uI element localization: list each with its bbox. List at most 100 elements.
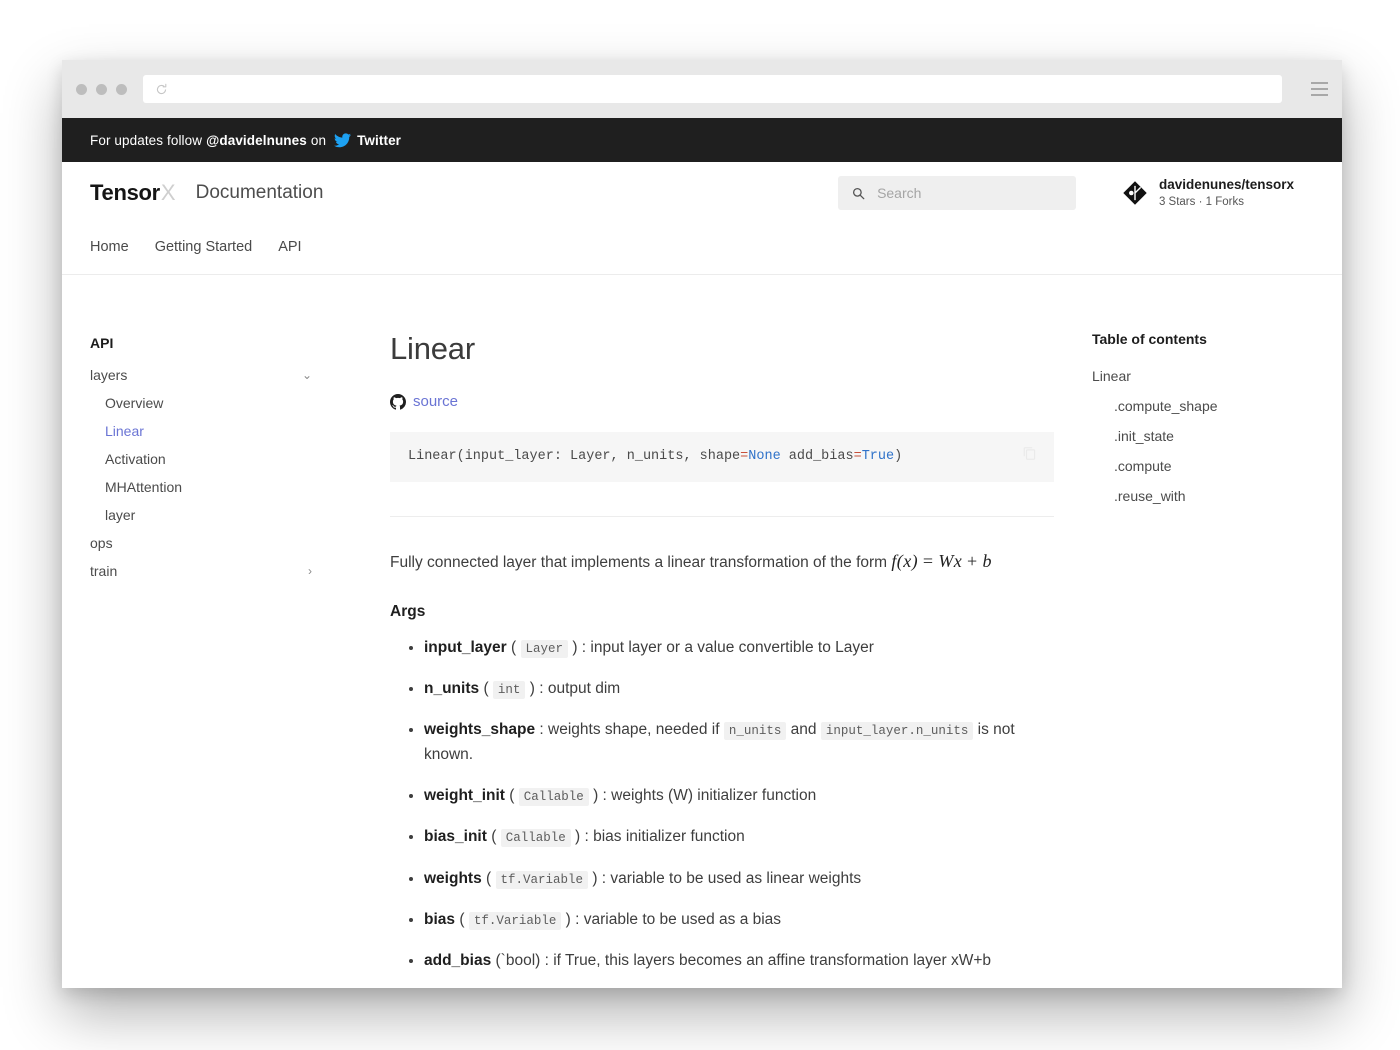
copy-icon[interactable] [1021,445,1038,470]
site-subtitle: Documentation [195,182,324,203]
list-item: weight_init ( Callable ) : weights (W) i… [424,783,1054,808]
arg-type: tf.Variable [468,911,562,930]
source-link-label: source [413,393,459,410]
content-area: API layers ⌄ Overview Linear Activation … [62,275,1342,988]
page-root: For updates follow @davidelnunes on Twit… [0,0,1400,1050]
primary-nav: Home Getting Started API [90,224,1314,274]
arg-sep: : [570,910,584,928]
arg-type: Callable [518,788,589,807]
intro-paragraph: Fully connected layer that implements a … [390,547,1054,577]
brand-logo[interactable]: Tensor X [90,180,176,206]
nav-item-api[interactable]: API [278,239,301,255]
args-heading: Args [390,602,426,620]
sidebar-item-linear[interactable]: Linear [90,417,322,445]
arg-name: input_layer [424,638,507,656]
chevron-right-icon[interactable]: › [308,565,312,577]
twitter-link-label[interactable]: Twitter [357,133,401,148]
arg-name: n_units [424,680,480,698]
twitter-handle-link[interactable]: @davidelnunes [206,133,307,148]
toc-title: Table of contents [1092,331,1207,347]
arg-sep: : [597,869,611,887]
list-item: input_layer ( Layer ) : input layer or a… [424,635,1054,660]
arg-desc: weights shape, needed if [548,721,724,739]
arg-paren-open: ( [483,680,489,698]
intro-text: Fully connected layer that implements a … [390,554,892,572]
sidebar-item-ops[interactable]: ops [90,529,322,557]
maximize-window-dot[interactable] [116,83,127,95]
toc-item-compute-shape[interactable]: .compute_shape [1092,391,1328,421]
toc-item-compute[interactable]: .compute [1092,451,1328,481]
repo-info[interactable]: davidenunes/tensorx 3 Stars · 1 Forks [1122,176,1294,210]
announcement-text: For updates follow @davidelnunes on Twit… [90,133,401,148]
address-bar[interactable] [143,75,1282,103]
toc-item-linear[interactable]: Linear [1092,361,1328,391]
signature-code-block: Linear(input_layer: Layer, n_units, shap… [390,432,1054,483]
arg-paren-open: ( [509,787,515,805]
list-item: bias_init ( Callable ) : bias initialize… [424,824,1054,849]
arg-desc: if True, this layers becomes an affine t… [553,951,992,969]
github-icon [390,393,406,410]
repo-text-block: davidenunes/tensorx 3 Stars · 1 Forks [1159,176,1294,210]
source-link[interactable]: source [390,393,458,410]
search-icon [852,187,865,199]
page-title: Linear [390,331,475,366]
arg-desc: variable to be used as linear weights [610,869,862,887]
arg-desc: weights (W) initializer function [611,787,817,805]
hamburger-icon-line [1310,94,1328,96]
announcement-banner: For updates follow @davidelnunes on Twit… [62,118,1342,162]
search-box[interactable] [838,176,1076,210]
chevron-down-icon[interactable]: ⌄ [302,369,312,381]
arg-paren-open: ( [491,828,497,846]
signature-part1: Linear(input_layer: Layer, n_units, shap… [408,449,741,464]
arg-desc: input layer or a value convertible to La… [590,638,874,656]
sidebar-item-layer[interactable]: layer [90,501,322,529]
list-item: weights_shape : weights shape, needed if… [424,717,1054,767]
list-item: weights ( tf.Variable ) : variable to be… [424,866,1054,891]
api-sidebar: API layers ⌄ Overview Linear Activation … [90,331,332,988]
list-item: n_units ( int ) : output dim [424,676,1054,701]
sidebar-item-label: layer [105,507,136,523]
brand-accent-text: X [160,180,176,205]
sidebar-item-overview[interactable]: Overview [90,389,322,417]
close-window-dot[interactable] [76,83,87,95]
sidebar-item-activation[interactable]: Activation [90,445,322,473]
browser-chrome-bar [62,60,1342,118]
nav-item-home[interactable]: Home [90,239,129,255]
sidebar-title: API [90,335,114,351]
toc-item-reuse-with[interactable]: .reuse_with [1092,481,1328,511]
arg-type: int [492,681,526,700]
arg-sep: : [580,828,594,846]
arg-sep: : [534,680,548,698]
doc-main: Linear source Linear(input_layer: Layer,… [332,331,1078,988]
arg-name: weights [424,869,482,887]
browser-menu-button[interactable] [1296,60,1342,118]
arg-name: weight_init [424,787,505,805]
arg-paren-open: (`bool) [495,951,541,969]
arg-type: Layer [520,639,569,658]
announcement-prefix: For updates follow [90,132,203,148]
arg-type: Callable [500,829,571,848]
intro-formula: f(x) = Wx + b [891,551,992,572]
arg-desc: output dim [547,680,621,698]
minimize-window-dot[interactable] [96,83,107,95]
arg-desc-mid: and [786,721,821,739]
nav-item-getting-started[interactable]: Getting Started [155,239,253,255]
signature-eq2: = [853,449,862,464]
sidebar-item-label: layers [90,367,128,383]
arg-desc: variable to be used as a bias [583,910,782,928]
section-divider [390,516,1054,518]
arg-type: tf.Variable [495,870,589,889]
signature-part2: add_bias [780,449,854,464]
announcement-middle: on [310,132,327,148]
sidebar-item-mhattention[interactable]: MHAttention [90,473,322,501]
toc-item-init-state[interactable]: .init_state [1092,421,1328,451]
arg-paren-open: ( [511,638,517,656]
brand-primary-text: Tensor [90,180,160,205]
search-input[interactable] [875,184,1062,202]
sidebar-item-label: Overview [105,395,164,411]
signature-const-none: None [748,449,781,464]
sidebar-item-layers[interactable]: layers ⌄ [90,361,322,389]
sidebar-item-train[interactable]: train › [90,557,322,585]
hamburger-icon-line [1310,82,1328,84]
arg-paren-open: ( [459,910,465,928]
